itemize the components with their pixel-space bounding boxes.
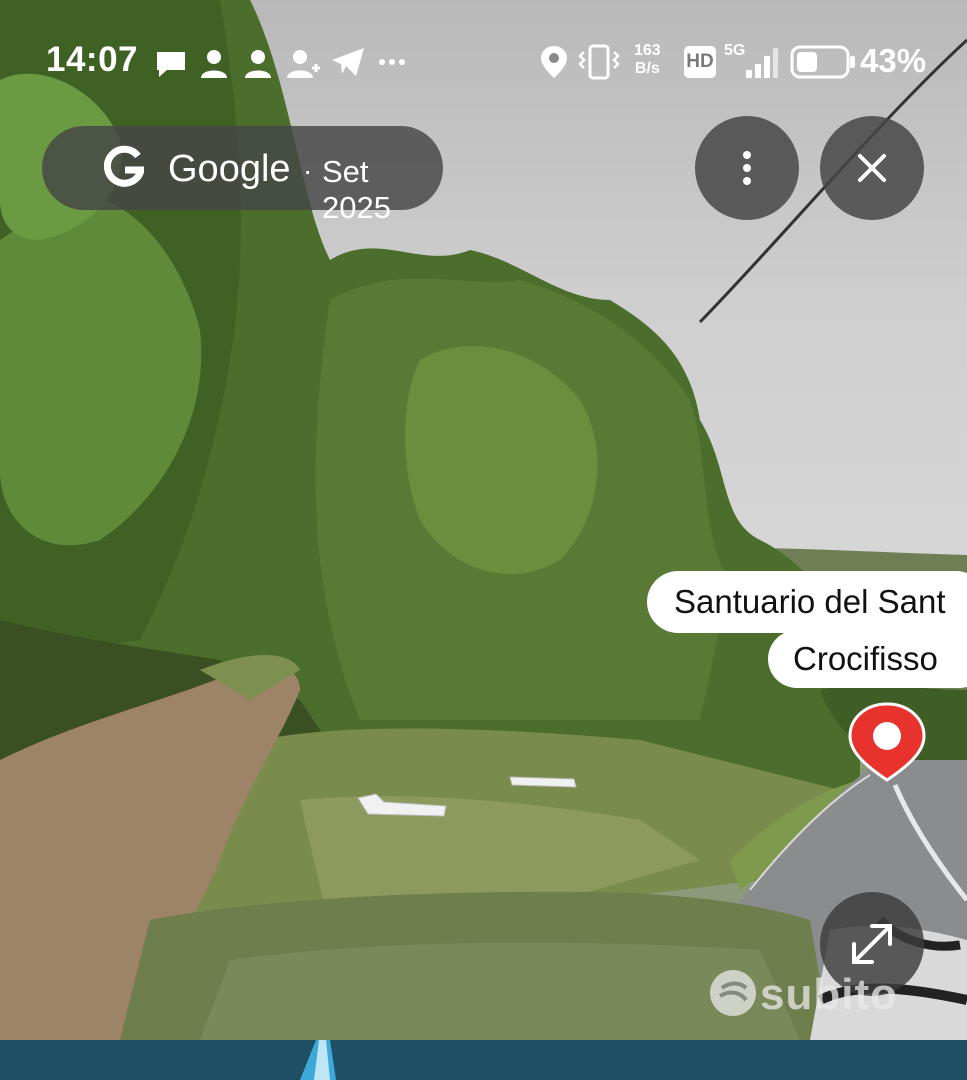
- location-icon: [541, 46, 567, 78]
- net-speed: 163 B/s: [634, 42, 661, 78]
- battery-icon: [790, 45, 855, 79]
- status-time: 14:07: [46, 40, 139, 79]
- watermark: subito: [706, 966, 966, 1024]
- more-options-button[interactable]: [695, 116, 799, 220]
- hd-badge: HD: [684, 46, 716, 78]
- separator: ·: [303, 155, 313, 186]
- status-bar: 14:07 163 B/s HD 5G 43%: [0, 38, 967, 90]
- signal-icon: [746, 48, 778, 78]
- place-pin-icon[interactable]: [846, 700, 928, 784]
- net-speed-value: 163: [634, 42, 661, 59]
- vibrate-icon: [578, 44, 620, 80]
- battery-percent: 43%: [860, 42, 927, 79]
- subito-logo-icon: [710, 970, 756, 1016]
- progress-indicator: [300, 1040, 336, 1080]
- capture-date: Set 2025: [322, 154, 391, 225]
- imagery-info-chip[interactable]: Google · Set 2025: [42, 126, 443, 225]
- navigate-arrow-icon[interactable]: [508, 773, 578, 793]
- place-label-line1[interactable]: Santuario del Sant: [647, 571, 967, 633]
- add-contact-icon: [287, 50, 320, 78]
- google-logo-icon: [104, 145, 144, 187]
- telegram-icon: [332, 48, 364, 76]
- navigate-arrow-icon[interactable]: [354, 792, 450, 824]
- expand-icon: [852, 924, 892, 964]
- message-icon: [157, 52, 185, 77]
- more-vert-icon: [743, 151, 751, 185]
- more-dots-icon: [379, 59, 405, 65]
- contact-icon: [201, 50, 227, 78]
- provider-name: Google: [168, 148, 291, 190]
- watermark-text: subito: [760, 970, 898, 1019]
- net-speed-unit: B/s: [634, 60, 660, 77]
- contact-icon: [245, 50, 271, 78]
- bottom-bar: [0, 1040, 967, 1080]
- place-label-line2[interactable]: Crocifisso: [768, 630, 967, 688]
- close-icon: [858, 154, 886, 182]
- close-button[interactable]: [820, 116, 924, 220]
